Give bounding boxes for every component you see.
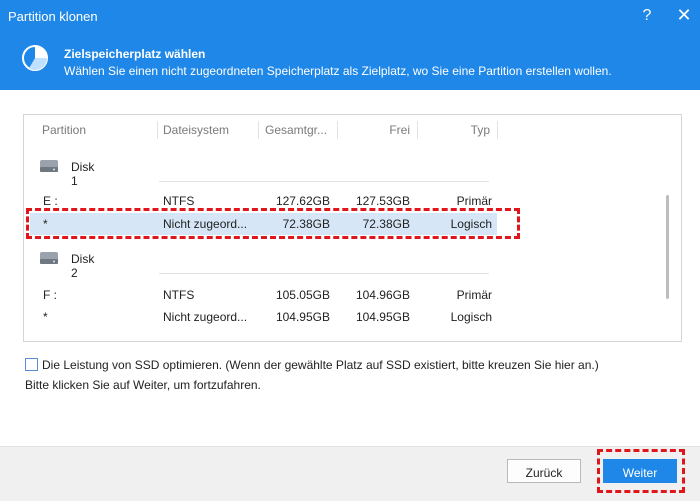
- vertical-scrollbar[interactable]: [666, 195, 669, 299]
- header-subtitle: Wählen Sie einen nicht zugeordneten Spei…: [64, 64, 612, 78]
- back-button[interactable]: Zurück: [507, 459, 581, 483]
- table-row[interactable]: F : NTFS 105.05GB 104.96GB Primär: [30, 284, 497, 306]
- help-icon[interactable]: ?: [638, 7, 656, 25]
- table-row[interactable]: E : NTFS 127.62GB 127.53GB Primär: [30, 190, 497, 212]
- column-header-total[interactable]: Gesamtgr...: [265, 115, 327, 145]
- cell-free: 104.95GB: [355, 310, 410, 324]
- close-icon[interactable]: ✕: [675, 5, 693, 26]
- cell-filesystem: NTFS: [163, 288, 195, 302]
- cell-total: 72.38GB: [282, 217, 330, 231]
- column-header-partition[interactable]: Partition: [42, 115, 86, 145]
- cell-partition: *: [43, 310, 48, 324]
- cell-free: 104.96GB: [355, 288, 410, 302]
- column-header-type[interactable]: Typ: [424, 115, 490, 145]
- cell-type: Logisch: [450, 310, 492, 324]
- disk-divider: [159, 181, 489, 182]
- header-title: Zielspeicherplatz wählen: [64, 47, 206, 61]
- ssd-optimize-label[interactable]: Die Leistung von SSD optimieren. (Wenn d…: [42, 358, 599, 372]
- cell-partition: *: [43, 217, 48, 231]
- table-row[interactable]: * Nicht zugeord... 104.95GB 104.95GB Log…: [30, 306, 497, 328]
- cell-type: Logisch: [450, 217, 492, 231]
- column-separator: [157, 121, 158, 139]
- cell-partition: E :: [43, 194, 58, 208]
- continue-hint: Bitte klicken Sie auf Weiter, um fortzuf…: [25, 378, 261, 392]
- pie-chart-icon: [22, 45, 48, 71]
- title-bar: Partition klonen ? ✕: [0, 0, 700, 34]
- column-separator: [497, 121, 498, 139]
- cell-filesystem: Nicht zugeord...: [163, 217, 248, 231]
- cell-total: 104.95GB: [275, 310, 330, 324]
- ssd-optimize-option[interactable]: Die Leistung von SSD optimieren. (Wenn d…: [25, 357, 685, 373]
- column-header-filesystem[interactable]: Dateisystem: [163, 115, 229, 145]
- disk-label: Disk 2: [71, 252, 95, 280]
- cell-filesystem: Nicht zugeord...: [163, 310, 248, 324]
- ssd-optimize-checkbox[interactable]: [25, 358, 38, 371]
- column-separator: [337, 121, 338, 139]
- table-row-selected[interactable]: * Nicht zugeord... 72.38GB 72.38GB Logis…: [30, 213, 497, 235]
- partition-list: Partition Dateisystem Gesamtgr... Frei T…: [23, 114, 682, 342]
- column-separator: [417, 121, 418, 139]
- dialog-footer: [0, 446, 700, 501]
- window-title: Partition klonen: [8, 9, 98, 24]
- dialog-header: Zielspeicherplatz wählen Wählen Sie eine…: [0, 34, 700, 90]
- next-button[interactable]: Weiter: [603, 459, 677, 483]
- disk-divider: [159, 273, 489, 274]
- cell-type: Primär: [456, 288, 492, 302]
- cell-partition: F :: [43, 288, 57, 302]
- cell-total: 127.62GB: [275, 194, 330, 208]
- cell-free: 72.38GB: [362, 217, 410, 231]
- cell-filesystem: NTFS: [163, 194, 195, 208]
- column-separator: [258, 121, 259, 139]
- hard-disk-icon: [40, 160, 58, 172]
- disk-label: Disk 1: [71, 160, 95, 188]
- cell-free: 127.53GB: [355, 194, 410, 208]
- column-header-free[interactable]: Frei: [344, 115, 410, 145]
- cell-type: Primär: [456, 194, 492, 208]
- hard-disk-icon: [40, 252, 58, 264]
- cell-total: 105.05GB: [275, 288, 330, 302]
